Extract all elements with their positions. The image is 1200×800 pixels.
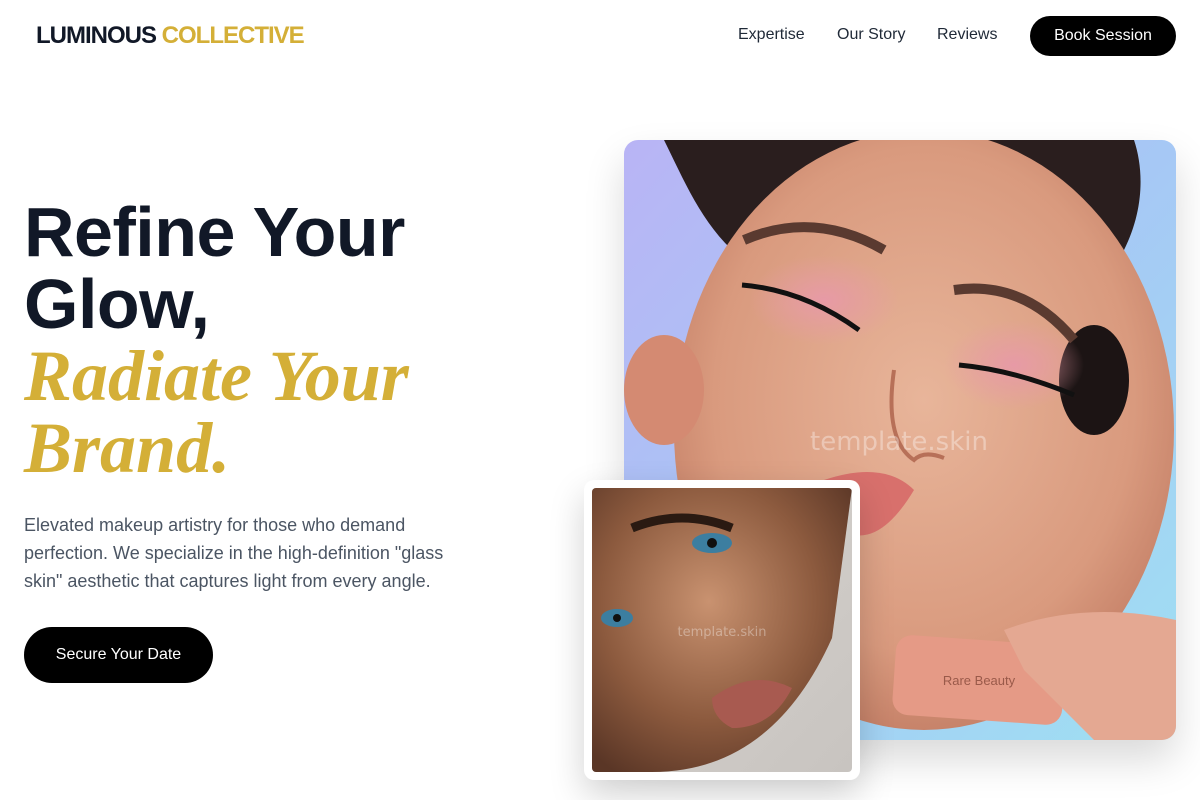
- headline-accent-line-1: Radiate Your: [24, 336, 409, 416]
- book-session-button[interactable]: Book Session: [1030, 16, 1176, 56]
- product-label: Rare Beauty: [943, 673, 1016, 688]
- top-nav: LUMINOUS COLLECTIVE Expertise Our Story …: [0, 0, 1200, 72]
- nav-link-reviews[interactable]: Reviews: [937, 25, 997, 45]
- watermark: template.skin: [810, 427, 988, 457]
- headline-accent-line-2: Brand.: [24, 408, 231, 488]
- headline-line-2: Glow,: [24, 265, 210, 343]
- nav-link-expertise[interactable]: Expertise: [738, 25, 805, 45]
- brand-name-accent: COLLECTIVE: [161, 22, 305, 49]
- secondary-portrait-image: template.skin: [592, 488, 852, 772]
- headline-line-1: Refine Your: [24, 193, 405, 271]
- hero-headline: Refine Your Glow, Radiate Your Brand.: [24, 196, 544, 484]
- secure-date-button[interactable]: Secure Your Date: [24, 627, 213, 683]
- watermark-small: template.skin: [678, 625, 767, 640]
- brand-logo[interactable]: LUMINOUS COLLECTIVE: [36, 21, 305, 51]
- nav-link-our-story[interactable]: Our Story: [837, 25, 905, 45]
- brand-name-primary: LUMINOUS: [36, 22, 157, 49]
- secondary-portrait-card: template.skin: [584, 480, 860, 780]
- hero-subtitle: Elevated makeup artistry for those who d…: [24, 515, 444, 591]
